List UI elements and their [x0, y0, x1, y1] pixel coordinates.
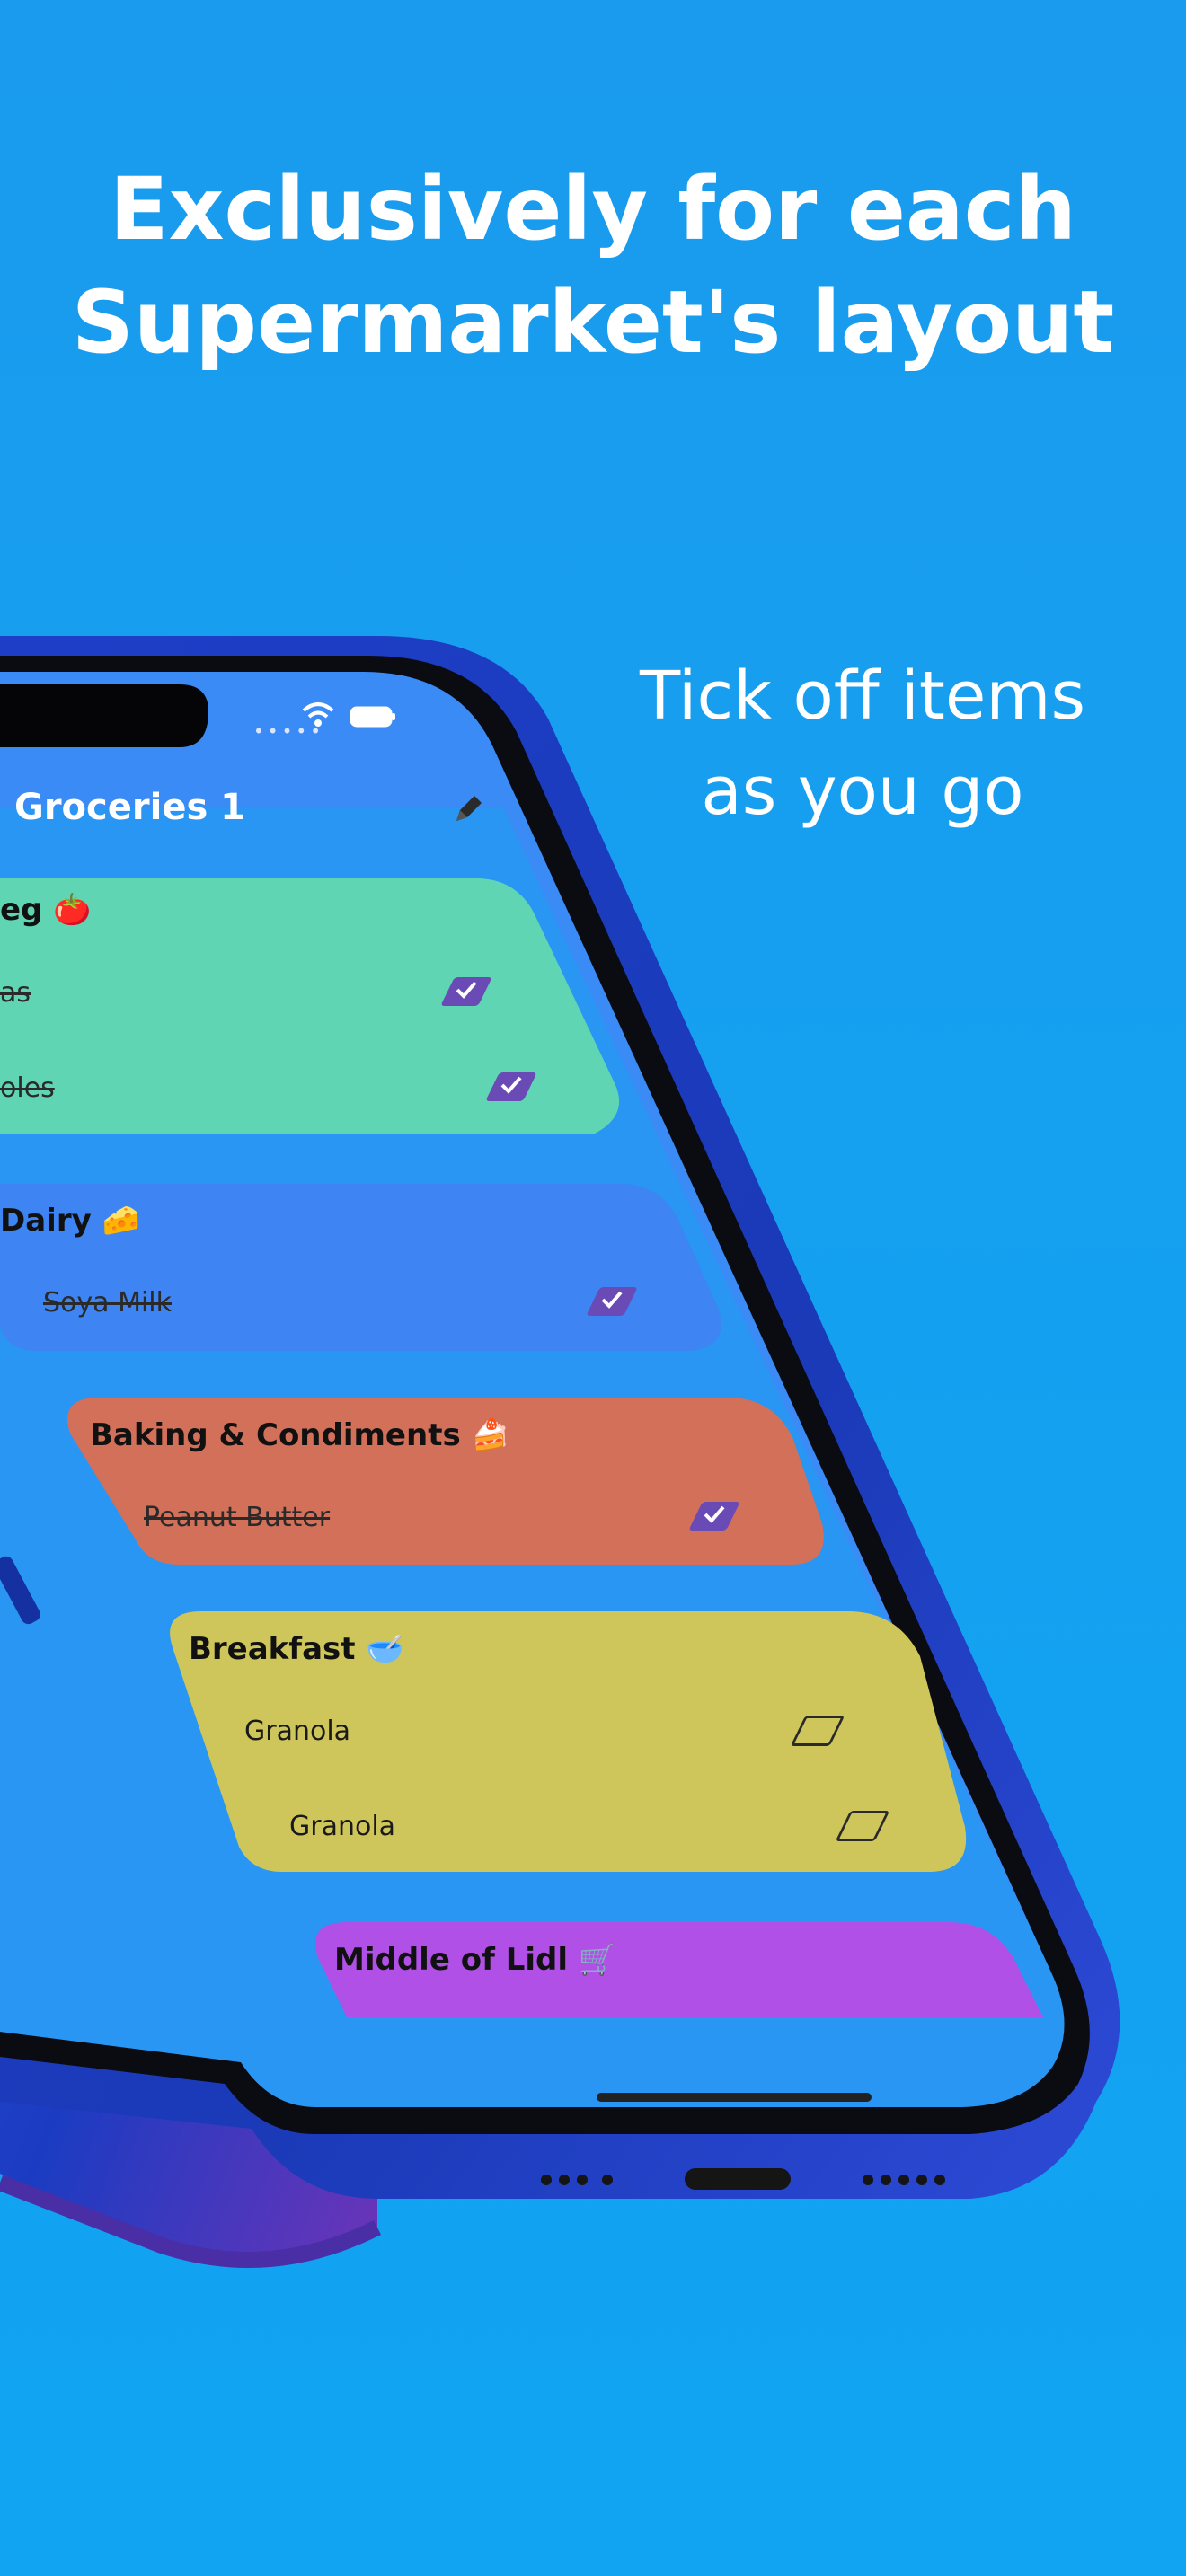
list-item[interactable]: Granola — [289, 1811, 395, 1842]
list-item[interactable]: as — [0, 977, 31, 1009]
home-indicator — [597, 2093, 872, 2102]
pencil-icon[interactable] — [449, 792, 485, 828]
section-title-dairy: Dairy 🧀 — [0, 1203, 140, 1239]
section-title-middle-of-lidl: Middle of Lidl 🛒 — [334, 1942, 617, 1978]
tagline: Tick off items as you go — [593, 648, 1132, 839]
section-title-breakfast: Breakfast 🥣 — [189, 1631, 404, 1667]
section-title-baking: Baking & Condiments 🍰 — [90, 1417, 509, 1453]
section-title-fruit-veg: eg 🍅 — [0, 892, 92, 928]
wifi-icon — [302, 702, 334, 727]
dynamic-island — [0, 684, 208, 747]
section-card-fruit-veg — [0, 878, 620, 1134]
list-item[interactable]: Peanut Butter — [144, 1502, 330, 1533]
tagline-line-1: Tick off items — [639, 657, 1086, 735]
list-item[interactable]: oles — [0, 1072, 55, 1104]
list-title: Groceries 1 — [14, 787, 246, 828]
list-item[interactable]: Soya Milk — [43, 1287, 172, 1319]
battery-icon — [350, 706, 395, 728]
list-item[interactable]: Granola — [244, 1716, 350, 1747]
tagline-line-2: as you go — [701, 753, 1024, 830]
